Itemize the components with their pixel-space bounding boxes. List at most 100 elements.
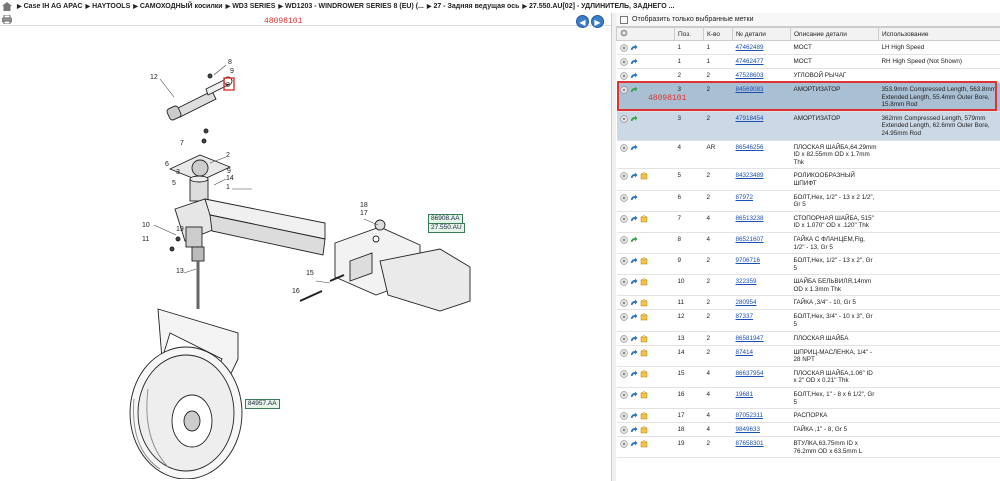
info-icon[interactable]: [619, 426, 628, 434]
table-row[interactable]: 4 AR 86546256 ПЛОСКАЯ ШАЙБА,64.29mm ID x 82…: [616, 140, 1000, 170]
part-number-link[interactable]: 87972: [736, 194, 754, 201]
part-label[interactable]: 13: [176, 268, 184, 275]
package-icon[interactable]: [640, 172, 648, 180]
part-label[interactable]: 16: [292, 288, 300, 295]
breadcrumb-item[interactable]: 27.550.AU[02] - УДЛИНИТЕЛЬ, ЗАДНЕГО ...: [529, 3, 674, 10]
info-icon[interactable]: [619, 278, 628, 286]
part-number-link[interactable]: 9849633: [736, 426, 761, 433]
link-arrow-icon[interactable]: [630, 44, 638, 52]
table-row[interactable]: 1 1 47462489 МОСТ LH High Speed: [616, 40, 1000, 55]
info-icon[interactable]: [619, 299, 628, 308]
info-icon[interactable]: [619, 370, 628, 378]
table-row[interactable]: 2 2 47528603 УГЛОВОЙ РЫЧАГ: [616, 68, 1000, 83]
table-row[interactable]: 15 4 86637954 ПЛОСКАЯ ШАЙБА,1.06" ID x 2" O…: [616, 366, 1000, 389]
part-label[interactable]: 11: [142, 236, 149, 243]
table-row[interactable]: 10 2 322359 ШАЙБА БЕЛЬВИЛЯ,14mm OD x 1.3mm …: [616, 274, 1000, 297]
link-arrow-icon[interactable]: [630, 335, 638, 343]
part-number-link[interactable]: 47918454: [736, 115, 764, 122]
breadcrumb-item[interactable]: Case IH AG APAC: [24, 3, 83, 10]
link-arrow-icon[interactable]: [630, 313, 638, 321]
part-label[interactable]: 2: [226, 152, 230, 159]
package-icon[interactable]: [640, 426, 648, 434]
link-arrow-icon[interactable]: [630, 72, 638, 80]
table-row[interactable]: 9 2 9706716 БОЛТ,Hex, 1/2" - 13 x 2", Gr 5: [616, 253, 1000, 276]
info-icon[interactable]: [619, 236, 628, 244]
package-icon[interactable]: [640, 334, 648, 343]
table-row[interactable]: 13 2 86581947 ПЛОСКАЯ ШАЙБА: [616, 331, 1000, 346]
diagram-callout[interactable]: 84957.AA: [245, 399, 280, 409]
part-number-link[interactable]: 86513238: [736, 215, 764, 222]
table-row[interactable]: 5 2 84323489 РОЛИКООБРАЗНЫЙ ШПИФТ: [616, 168, 1000, 191]
part-label[interactable]: 5: [172, 180, 176, 187]
home-icon[interactable]: [2, 2, 12, 11]
part-label[interactable]: 1: [226, 184, 230, 191]
filter-checkbox[interactable]: [620, 15, 628, 24]
table-row[interactable]: 16 4 19681 БОЛТ,Hex, 1" - 8 x 6 1/2", Gr 5: [616, 387, 1000, 410]
link-arrow-icon[interactable]: [630, 194, 638, 202]
part-number-link[interactable]: 87414: [736, 349, 754, 356]
part-label[interactable]: 18: [360, 202, 368, 209]
part-number-link[interactable]: 86637954: [736, 370, 764, 377]
part-number-link[interactable]: 280954: [736, 299, 757, 306]
package-icon[interactable]: [640, 440, 648, 448]
package-icon[interactable]: [640, 299, 648, 307]
info-icon[interactable]: [619, 44, 628, 52]
package-icon[interactable]: [640, 214, 648, 223]
table-row[interactable]: 18 4 9849633 ГАЙКА ,1" - 8, Gr 5: [616, 422, 1000, 438]
info-icon[interactable]: [619, 72, 628, 80]
breadcrumb-item[interactable]: HAYTOOLS: [92, 3, 130, 10]
part-number-link[interactable]: 9706716: [736, 257, 761, 264]
table-row[interactable]: 8 4 86521607 ГАЙКА С ФЛАНЦЕМ,Flg, 1/2" - 13…: [616, 232, 1000, 255]
part-number-link[interactable]: 47462489: [736, 44, 764, 51]
part-label[interactable]: 8: [228, 59, 232, 66]
part-number-link[interactable]: 86546256: [736, 144, 764, 151]
part-number-link[interactable]: 47528603: [736, 72, 764, 79]
breadcrumb-item[interactable]: WD3 SERIES: [232, 3, 275, 10]
prev-arrow-icon[interactable]: ◀: [576, 15, 589, 28]
part-number-link[interactable]: 87052311: [736, 412, 764, 419]
col-header[interactable]: К-во: [703, 27, 733, 41]
info-icon[interactable]: [619, 193, 628, 202]
package-icon[interactable]: [640, 313, 648, 321]
link-arrow-icon[interactable]: [630, 299, 638, 307]
part-label[interactable]: 10: [142, 222, 150, 229]
info-icon[interactable]: [619, 58, 628, 66]
part-label[interactable]: 17: [360, 210, 368, 217]
link-arrow-icon[interactable]: [630, 391, 638, 399]
part-number-link[interactable]: 86521607: [736, 236, 764, 243]
part-number-link[interactable]: 47462477: [736, 58, 764, 65]
diagram-callout[interactable]: 27.550.AU: [428, 223, 465, 233]
info-icon[interactable]: [619, 215, 628, 223]
gear-icon[interactable]: [620, 29, 628, 37]
part-label[interactable]: 6: [165, 161, 169, 168]
link-arrow-icon[interactable]: [630, 349, 638, 357]
table-row[interactable]: 3 2 47918454 АМОРТИЗАТОР 362mm Compressed Le…: [616, 111, 1000, 141]
part-label[interactable]: 15: [306, 270, 314, 277]
package-icon[interactable]: [640, 391, 648, 399]
print-icon[interactable]: [2, 14, 12, 24]
breadcrumb-item[interactable]: 27 - Задняя ведущая ось: [434, 3, 520, 10]
package-icon[interactable]: [640, 278, 648, 286]
link-arrow-icon[interactable]: [630, 172, 638, 180]
part-label[interactable]: 7: [180, 140, 184, 147]
part-label[interactable]: 8: [226, 82, 230, 89]
link-arrow-icon[interactable]: [630, 426, 638, 434]
part-number-link[interactable]: 87658301: [736, 440, 764, 447]
breadcrumb-item[interactable]: САМОХОДНЫЙ косилки: [140, 3, 223, 10]
table-row[interactable]: 12 2 87337 БОЛТ,Hex, 3/4" - 10 x 3", Gr 5: [616, 309, 1000, 332]
col-header[interactable]: № детали: [732, 27, 791, 41]
info-icon[interactable]: [619, 143, 628, 152]
replacement-arrow-icon[interactable]: [630, 86, 638, 94]
table-row[interactable]: 1 1 47462477 МОСТ RH High Speed (Not Shown): [616, 54, 1000, 69]
part-number-link[interactable]: 84569083: [736, 86, 764, 93]
part-label[interactable]: 14: [226, 175, 234, 182]
part-label[interactable]: 9: [230, 68, 234, 75]
info-icon[interactable]: [619, 391, 628, 399]
col-header[interactable]: Поз.: [674, 27, 704, 41]
info-icon[interactable]: [619, 313, 628, 322]
settings-icon-header[interactable]: [616, 27, 675, 41]
part-label[interactable]: 19: [176, 226, 184, 233]
replacement-arrow-icon[interactable]: [630, 115, 638, 123]
info-icon[interactable]: [619, 348, 628, 357]
link-arrow-icon[interactable]: [630, 215, 638, 223]
